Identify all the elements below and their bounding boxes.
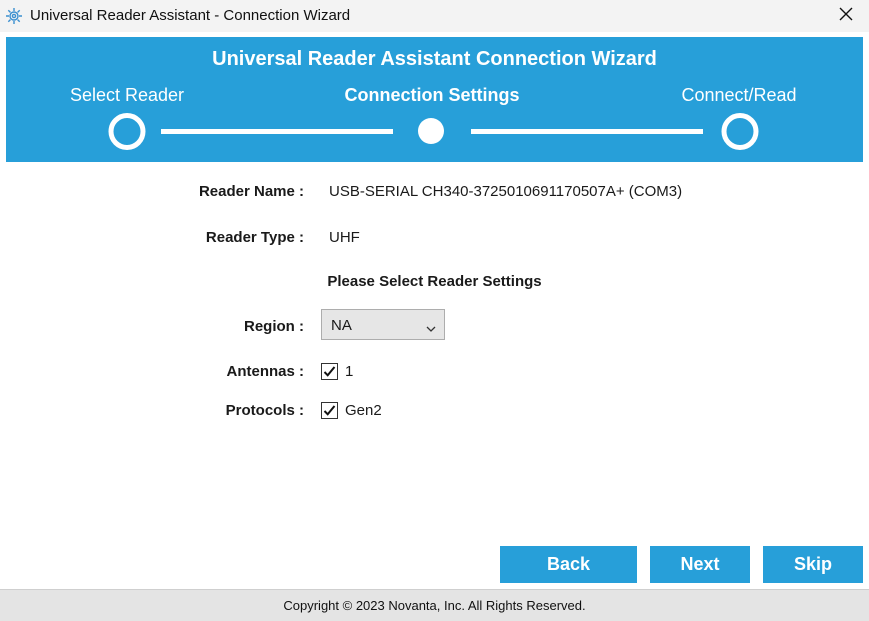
step-indicator-connection-settings (418, 118, 444, 144)
copyright-footer: Copyright © 2023 Novanta, Inc. All Right… (0, 589, 869, 621)
reader-name-value: USB-SERIAL CH340-3725010691170507A+ (COM… (329, 183, 683, 200)
protocol-gen2-checkbox[interactable] (321, 402, 338, 419)
chevron-down-icon (426, 320, 436, 338)
window-title: Universal Reader Assistant - Connection … (30, 7, 351, 24)
check-icon (323, 366, 336, 377)
close-button[interactable] (823, 0, 869, 32)
step-indicator-connect-read (721, 113, 759, 150)
region-label: Region : (244, 318, 304, 335)
wizard-header: Universal Reader Assistant Connection Wi… (6, 37, 863, 162)
gear-icon (4, 6, 24, 26)
step-label-connection-settings: Connection Settings (344, 85, 520, 105)
wizard-title: Universal Reader Assistant Connection Wi… (212, 48, 657, 70)
antennas-label: Antennas : (226, 363, 304, 380)
reader-name-label: Reader Name : (198, 183, 304, 200)
step-label-connect-read: Connect/Read (681, 85, 797, 105)
protocol-gen2-label: Gen2 (345, 402, 382, 419)
next-button[interactable]: Next (650, 546, 750, 583)
region-select[interactable]: NA (321, 309, 445, 340)
reader-type-label: Reader Type : (205, 229, 304, 246)
reader-type-value: UHF (329, 229, 360, 246)
back-button[interactable]: Back (500, 546, 637, 583)
step-indicator-select-reader (108, 113, 146, 150)
check-icon (323, 405, 336, 416)
title-bar: Universal Reader Assistant - Connection … (0, 0, 869, 32)
step-connector-line (471, 129, 703, 134)
step-label-select-reader: Select Reader (69, 85, 185, 105)
close-icon (839, 7, 853, 26)
settings-heading: Please Select Reader Settings (327, 273, 542, 290)
skip-button[interactable]: Skip (763, 546, 863, 583)
region-select-value: NA (331, 317, 352, 334)
antenna-1-label: 1 (345, 363, 354, 380)
step-connector-line (161, 129, 393, 134)
protocols-label: Protocols : (225, 402, 304, 419)
antenna-1-checkbox[interactable] (321, 363, 338, 380)
